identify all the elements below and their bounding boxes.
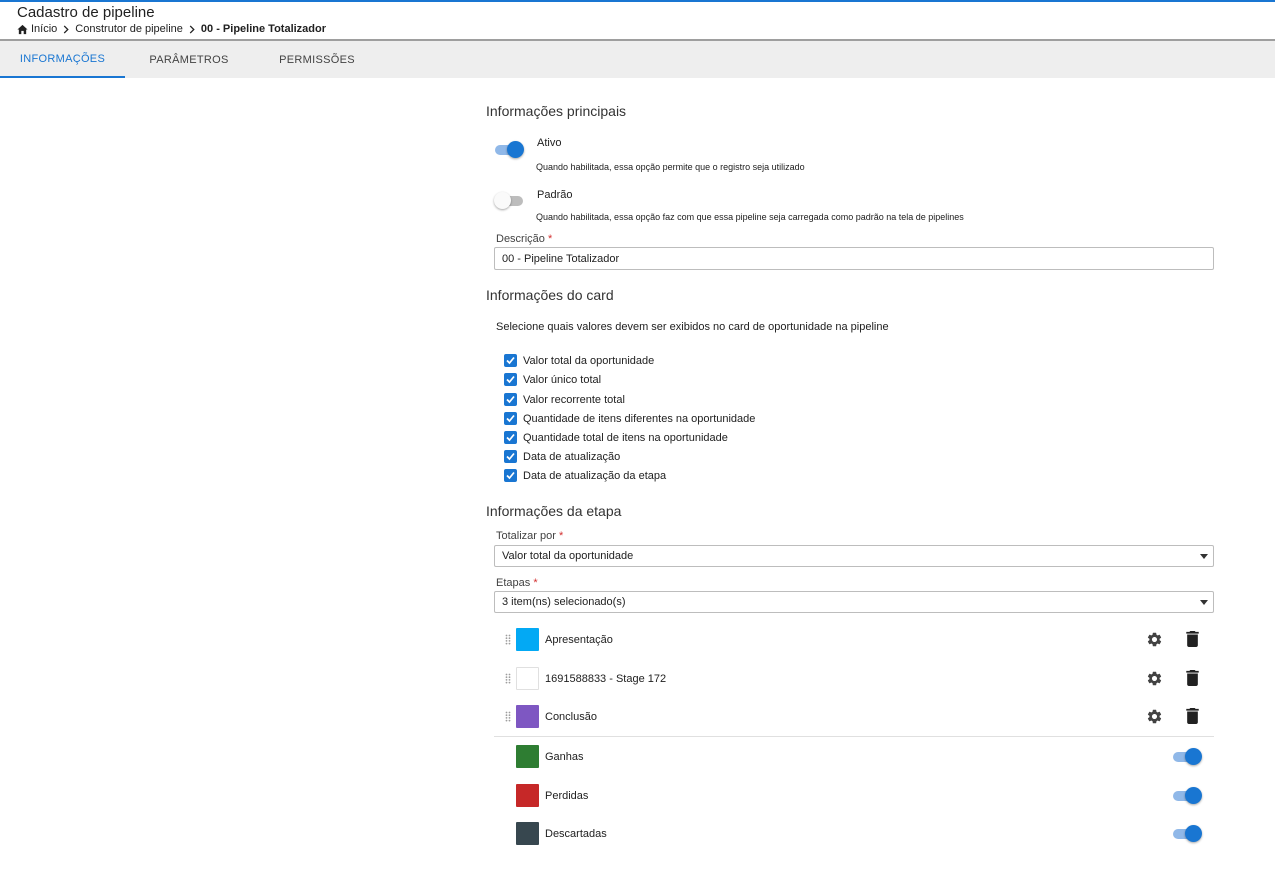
toggle-knob — [507, 141, 524, 158]
card-option-checkbox-row[interactable]: Data de atualização — [504, 450, 620, 463]
final-stage-row: Perdidas — [494, 778, 1204, 814]
etapas-label: Etapas * — [496, 577, 538, 589]
stage-color-swatch — [516, 705, 539, 728]
card-option-checkbox-row[interactable]: Quantidade de itens diferentes na oportu… — [504, 412, 755, 425]
padrao-help-text: Quando habilitada, essa opção faz com qu… — [536, 212, 964, 222]
chevron-right-icon — [189, 24, 195, 34]
trash-icon[interactable] — [1186, 631, 1199, 647]
tab-informacoes[interactable]: INFORMAÇÕES — [0, 41, 125, 78]
card-option-label: Valor total da oportunidade — [523, 354, 655, 367]
checkbox-checked-icon[interactable] — [504, 450, 517, 463]
card-option-checkbox-row[interactable]: Quantidade total de itens na oportunidad… — [504, 431, 728, 444]
card-option-checkbox-row[interactable]: Data de atualização da etapa — [504, 469, 666, 482]
page-header: Cadastro de pipeline Início Construtor d… — [0, 2, 1275, 41]
final-stage-toggle[interactable] — [1172, 747, 1202, 767]
final-stage-toggle[interactable] — [1172, 824, 1202, 844]
tab-bar: INFORMAÇÕES PARÂMETROS PERMISSÕES — [0, 41, 1275, 78]
toggle-knob — [494, 192, 511, 209]
stage-color-swatch — [516, 667, 539, 690]
required-mark: * — [547, 233, 553, 245]
toggle-knob — [1185, 748, 1202, 765]
totalizar-label-text: Totalizar por — [496, 530, 556, 542]
card-option-checkbox-row[interactable]: Valor único total — [504, 373, 601, 386]
checkbox-checked-icon[interactable] — [504, 469, 517, 482]
stage-row: 1691588833 - Stage 172 — [494, 661, 1204, 697]
chevron-right-icon — [64, 24, 69, 34]
section-title-card-info: Informações do card — [486, 287, 614, 303]
checkbox-checked-icon[interactable] — [504, 354, 517, 367]
stage-name: 1691588833 - Stage 172 — [545, 673, 667, 685]
card-option-label: Quantidade total de itens na oportunidad… — [523, 431, 728, 444]
breadcrumb: Início Construtor de pipeline 00 - Pipel… — [17, 23, 326, 35]
section-title-main-info: Informações principais — [486, 103, 627, 119]
section-title-stage-info: Informações da etapa — [486, 503, 622, 519]
etapas-selected-value: 3 item(ns) selecionado(s) — [502, 596, 626, 608]
card-option-label: Quantidade de itens diferentes na oportu… — [523, 412, 756, 425]
card-option-checkbox-row[interactable]: Valor recorrente total — [504, 393, 625, 406]
descricao-input[interactable] — [494, 247, 1214, 270]
checkbox-checked-icon[interactable] — [504, 431, 517, 444]
tab-permissoes[interactable]: PERMISSÕES — [253, 41, 381, 78]
breadcrumb-home[interactable]: Início — [31, 23, 57, 35]
required-mark: * — [558, 530, 564, 542]
card-option-checkbox-row[interactable]: Valor total da oportunidade — [504, 354, 654, 367]
card-option-label: Data de atualização — [523, 450, 621, 463]
stage-color-swatch — [516, 822, 539, 845]
stage-name: Apresentação — [545, 634, 613, 646]
totalizar-label: Totalizar por * — [496, 530, 563, 542]
ativo-label: Ativo — [537, 137, 562, 149]
gear-icon[interactable] — [1146, 631, 1163, 648]
card-option-label: Valor recorrente total — [523, 393, 625, 406]
trash-icon[interactable] — [1186, 708, 1199, 724]
padrao-label: Padrão — [537, 189, 573, 201]
stage-color-swatch — [516, 745, 539, 768]
stage-row: Conclusão — [494, 699, 1204, 735]
final-stage-toggle[interactable] — [1172, 786, 1202, 806]
padrao-toggle[interactable] — [494, 191, 524, 211]
card-option-label: Data de atualização da etapa — [523, 469, 667, 482]
totalizar-selected-value: Valor total da oportunidade — [502, 550, 634, 562]
trash-icon[interactable] — [1186, 670, 1199, 686]
ativo-toggle[interactable] — [494, 140, 524, 160]
dropdown-caret-icon — [1200, 554, 1208, 559]
gear-icon[interactable] — [1146, 670, 1163, 687]
ativo-help-text: Quando habilitada, essa opção permite qu… — [536, 162, 805, 172]
stage-color-swatch — [516, 784, 539, 807]
final-stage-row: Descartadas — [494, 816, 1204, 852]
etapas-select[interactable]: 3 item(ns) selecionado(s) — [494, 591, 1214, 613]
stages-divider — [494, 736, 1214, 737]
home-icon[interactable] — [17, 24, 28, 35]
stage-name: Ganhas — [545, 751, 584, 763]
drag-handle-icon[interactable] — [505, 711, 511, 722]
stage-color-swatch — [516, 628, 539, 651]
totalizar-select[interactable]: Valor total da oportunidade — [494, 545, 1214, 567]
toggle-knob — [1185, 825, 1202, 842]
stage-row: Apresentação — [494, 622, 1204, 658]
required-mark: * — [533, 577, 538, 589]
checkbox-checked-icon[interactable] — [504, 412, 517, 425]
stage-name: Conclusão — [545, 711, 597, 723]
etapas-label-text: Etapas — [496, 577, 531, 589]
gear-icon[interactable] — [1146, 708, 1163, 725]
page-title: Cadastro de pipeline — [17, 4, 155, 21]
breadcrumb-pipeline-builder[interactable]: Construtor de pipeline — [75, 23, 183, 35]
drag-handle-icon[interactable] — [505, 673, 511, 684]
stage-name: Perdidas — [545, 790, 589, 802]
final-stage-row: Ganhas — [494, 739, 1204, 775]
descricao-label: Descrição * — [496, 233, 552, 245]
dropdown-caret-icon — [1200, 600, 1208, 605]
drag-handle-icon[interactable] — [505, 634, 511, 645]
card-info-description: Selecione quais valores devem ser exibid… — [496, 321, 889, 333]
card-option-label: Valor único total — [523, 373, 602, 386]
tab-parametros[interactable]: PARÂMETROS — [125, 41, 253, 78]
toggle-knob — [1185, 787, 1202, 804]
checkbox-checked-icon[interactable] — [504, 373, 517, 386]
checkbox-checked-icon[interactable] — [504, 393, 517, 406]
breadcrumb-current: 00 - Pipeline Totalizador — [200, 23, 327, 35]
descricao-label-text: Descrição — [496, 233, 545, 245]
stage-name: Descartadas — [545, 828, 607, 840]
